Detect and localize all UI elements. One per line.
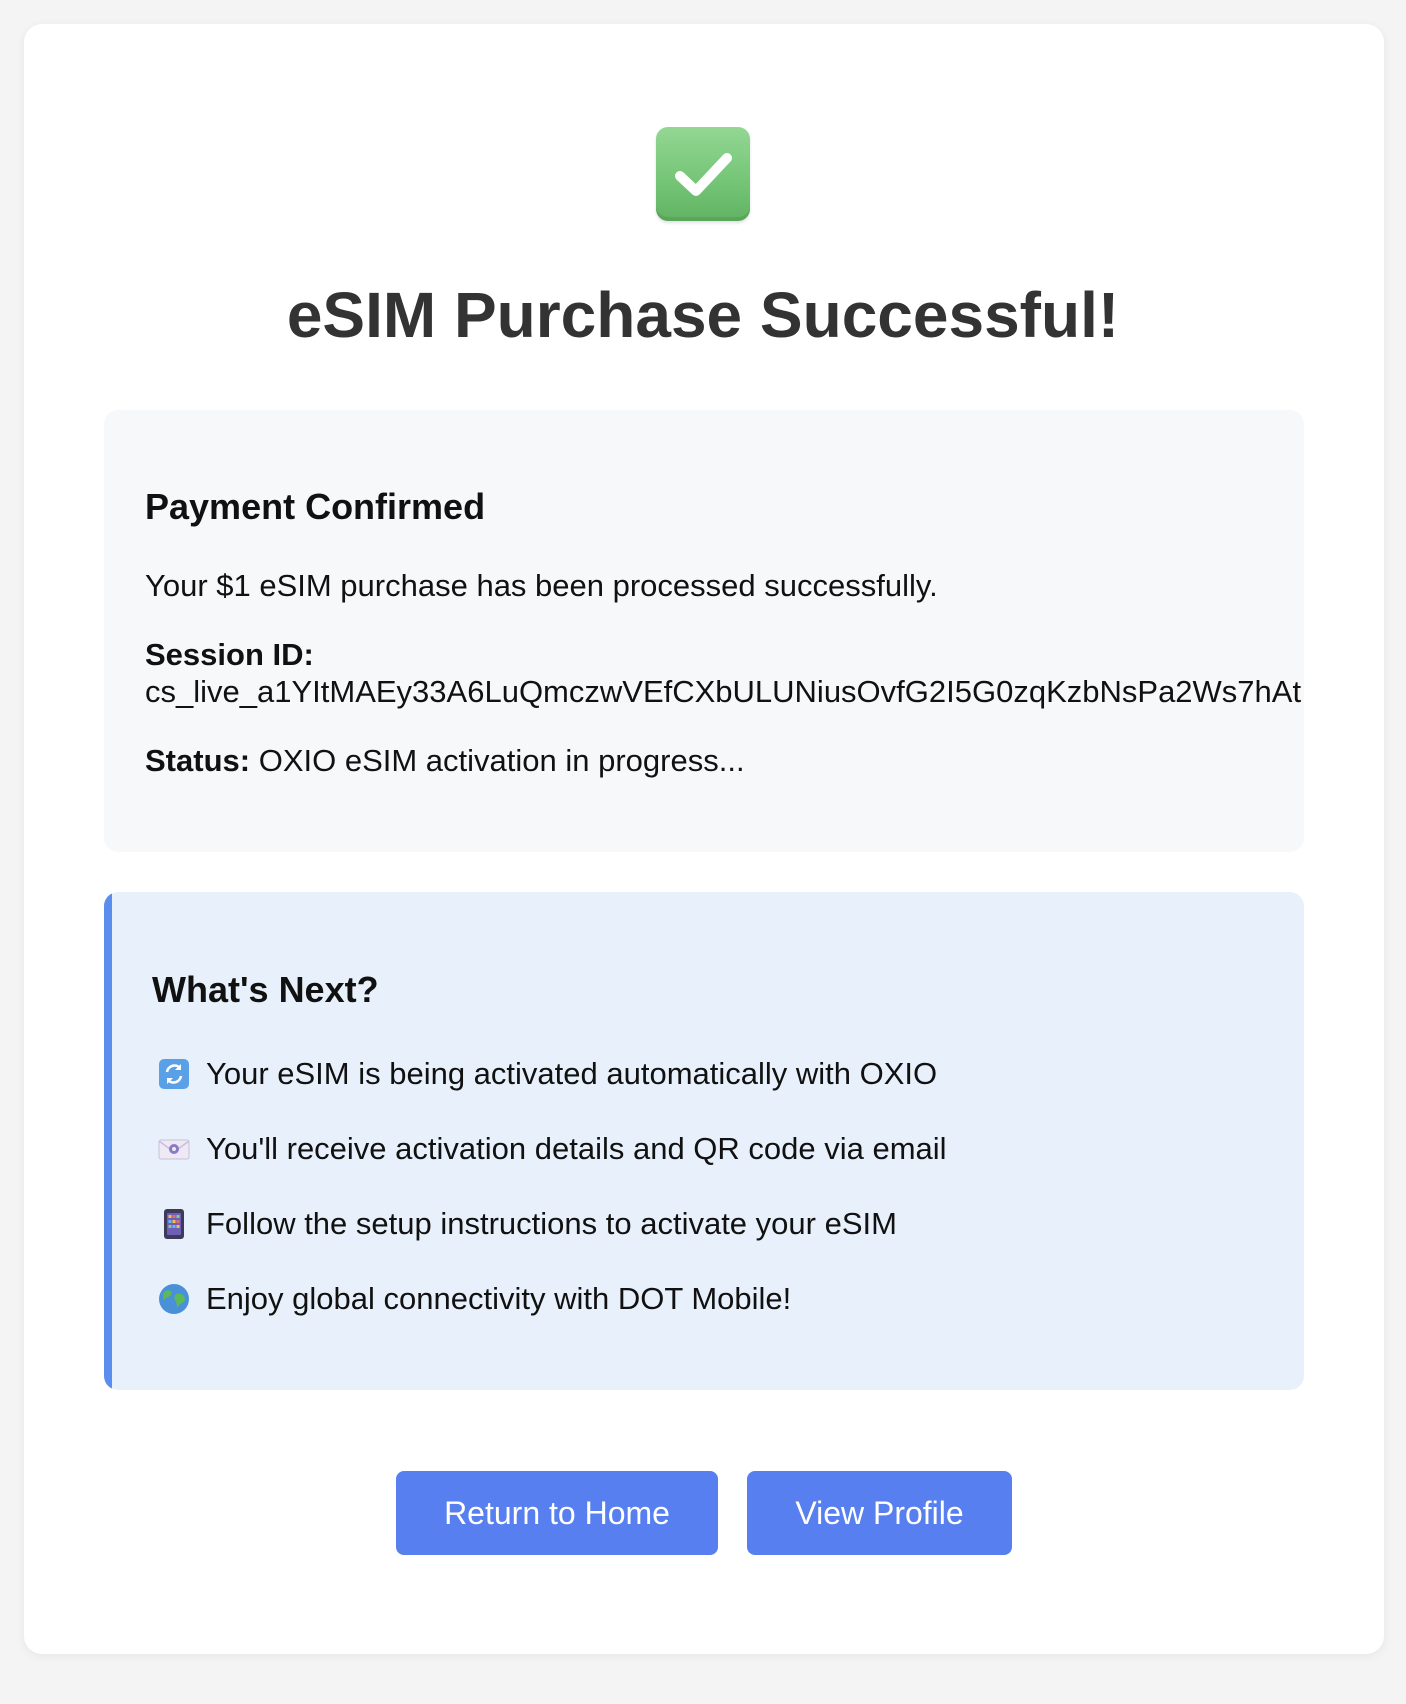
- globe-icon: [156, 1281, 192, 1317]
- panel-accent-bar: [104, 892, 112, 1390]
- whats-next-heading: What's Next?: [152, 969, 379, 1010]
- list-item-text: Your eSIM is being activated automatical…: [206, 1056, 938, 1091]
- payment-confirmation-panel: [104, 410, 1304, 852]
- page-title: eSIM Purchase Successful!: [286, 279, 1120, 351]
- check-mark-icon: [656, 127, 750, 221]
- list-item: Enjoy global connectivity with DOT Mobil…: [156, 1279, 791, 1319]
- status-line: Status: OXIO eSIM activation in progress…: [145, 741, 745, 781]
- status-label: Status:: [145, 743, 251, 778]
- list-item: Your eSIM is being activated automatical…: [156, 1054, 937, 1094]
- session-id-value: cs_live_a1YItMAEy33A6LuQmczwVEfCXbULUNiu…: [145, 674, 1302, 709]
- list-item: Follow the setup instructions to activat…: [156, 1204, 897, 1244]
- list-item: You'll receive activation details and QR…: [156, 1129, 947, 1169]
- mobile-phone-icon: [156, 1206, 192, 1242]
- list-item-text: You'll receive activation details and QR…: [206, 1131, 947, 1166]
- list-item-text: Enjoy global connectivity with DOT Mobil…: [206, 1281, 792, 1316]
- view-profile-button[interactable]: View Profile: [747, 1471, 1012, 1555]
- payment-message: Your $1 eSIM purchase has been processed…: [145, 568, 938, 603]
- session-id-label: Session ID:: [145, 637, 314, 672]
- return-home-button[interactable]: Return to Home: [396, 1471, 718, 1555]
- arrows-counterclockwise-icon: [156, 1056, 192, 1092]
- list-item-text: Follow the setup instructions to activat…: [206, 1206, 897, 1241]
- email-icon: [156, 1131, 192, 1167]
- status-value: OXIO eSIM activation in progress...: [258, 743, 745, 778]
- payment-heading: Payment Confirmed: [145, 486, 486, 527]
